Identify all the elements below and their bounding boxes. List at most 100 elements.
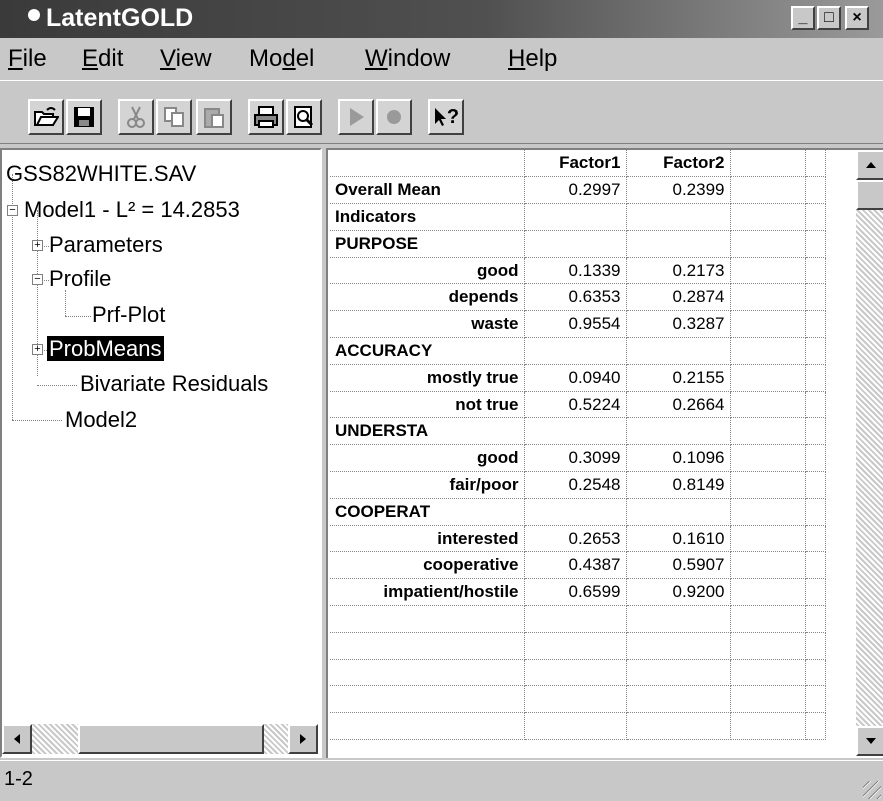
factor2-cell[interactable] xyxy=(626,632,731,660)
factor1-cell[interactable]: 0.6353 xyxy=(524,283,627,312)
factor2-cell[interactable]: 0.2874 xyxy=(626,283,731,312)
table-row[interactable]: Overall Mean 0.2997 0.2399 xyxy=(330,176,826,205)
row-label[interactable]: interested xyxy=(330,525,525,553)
factor1-cell[interactable]: 0.3099 xyxy=(524,444,627,473)
empty-cell[interactable] xyxy=(730,551,806,580)
collapse-model1[interactable]: − xyxy=(7,205,18,216)
context-help-button[interactable]: ? xyxy=(428,99,464,135)
row-label[interactable]: depends xyxy=(330,283,525,312)
empty-cell[interactable] xyxy=(730,605,806,633)
row-label[interactable] xyxy=(330,712,525,741)
empty-cell[interactable] xyxy=(730,498,806,526)
empty-cell[interactable] xyxy=(730,230,806,258)
empty-cell[interactable] xyxy=(730,712,806,741)
empty-cell[interactable] xyxy=(730,364,806,392)
empty-cell[interactable] xyxy=(730,176,806,205)
empty-cell[interactable] xyxy=(730,525,806,553)
factor2-cell[interactable] xyxy=(626,498,731,526)
factor2-cell[interactable] xyxy=(626,605,731,633)
table-row[interactable]: not true 0.5224 0.2664 xyxy=(330,391,826,419)
tree-item-parameters[interactable]: Parameters xyxy=(49,231,163,259)
scroll-up-button[interactable] xyxy=(856,150,883,180)
table-row[interactable] xyxy=(330,659,826,687)
empty-cell[interactable] xyxy=(805,551,826,580)
factor1-cell[interactable]: 0.9554 xyxy=(524,310,627,339)
table-row[interactable]: UNDERSTA xyxy=(330,417,826,446)
row-label[interactable]: UNDERSTA xyxy=(330,417,525,446)
factor1-cell[interactable] xyxy=(524,417,627,446)
empty-cell[interactable] xyxy=(805,685,826,714)
empty-cell[interactable] xyxy=(805,471,826,499)
table-row[interactable]: interested 0.2653 0.1610 xyxy=(330,525,826,553)
empty-cell[interactable] xyxy=(805,712,826,741)
column-header[interactable]: Factor2 xyxy=(626,150,731,178)
row-label[interactable]: fair/poor xyxy=(330,471,525,499)
factor2-cell[interactable] xyxy=(626,685,731,714)
empty-cell[interactable] xyxy=(805,525,826,553)
row-label[interactable] xyxy=(330,685,525,714)
factor2-cell[interactable] xyxy=(626,230,731,258)
table-row[interactable] xyxy=(330,712,826,741)
row-label[interactable]: COOPERAT xyxy=(330,498,525,526)
row-label[interactable]: Indicators xyxy=(330,203,525,231)
factor1-cell[interactable] xyxy=(524,203,627,231)
factor1-cell[interactable]: 0.2653 xyxy=(524,525,627,553)
menu-view[interactable]: View xyxy=(160,44,212,74)
tree-horizontal-scrollbar[interactable] xyxy=(2,724,318,754)
factor1-cell[interactable] xyxy=(524,659,627,687)
empty-cell[interactable] xyxy=(805,605,826,633)
row-label[interactable]: waste xyxy=(330,310,525,339)
empty-cell[interactable] xyxy=(805,176,826,205)
empty-cell[interactable] xyxy=(805,310,826,339)
factor1-cell[interactable] xyxy=(524,337,627,365)
factor1-cell[interactable] xyxy=(524,685,627,714)
factor2-cell[interactable]: 0.1610 xyxy=(626,525,731,553)
scroll-down-button[interactable] xyxy=(856,726,883,756)
factor1-cell[interactable]: 0.2548 xyxy=(524,471,627,499)
menu-help[interactable]: Help xyxy=(508,44,557,74)
tree-item-bivariate-residuals[interactable]: Bivariate Residuals xyxy=(80,370,268,398)
print-button[interactable] xyxy=(248,99,284,135)
close-button[interactable]: × xyxy=(845,6,869,30)
copy-button[interactable] xyxy=(156,99,192,135)
grid-scroll-thumb[interactable] xyxy=(856,180,883,210)
factor1-cell[interactable]: 0.5224 xyxy=(524,391,627,419)
table-row[interactable]: cooperative 0.4387 0.5907 xyxy=(330,551,826,580)
table-row[interactable]: ACCURACY xyxy=(330,337,826,365)
empty-cell[interactable] xyxy=(805,364,826,392)
open-button[interactable] xyxy=(28,99,64,135)
expand-parameters[interactable]: + xyxy=(32,240,43,251)
minimize-button[interactable]: _ xyxy=(791,6,815,30)
run-button[interactable] xyxy=(338,99,374,135)
tree-item-profile[interactable]: Profile xyxy=(49,265,111,293)
menu-edit[interactable]: Edit xyxy=(82,44,123,74)
empty-cell[interactable] xyxy=(730,203,806,231)
title-bar[interactable]: LatentGOLD _ □ × xyxy=(0,0,883,38)
empty-cell[interactable] xyxy=(805,659,826,687)
column-header[interactable]: Factor1 xyxy=(524,150,627,178)
factor1-cell[interactable] xyxy=(524,605,627,633)
empty-cell[interactable] xyxy=(730,578,806,607)
empty-cell[interactable] xyxy=(805,632,826,660)
factor1-cell[interactable]: 0.4387 xyxy=(524,551,627,580)
factor2-cell[interactable] xyxy=(626,203,731,231)
factor1-cell[interactable]: 0.1339 xyxy=(524,257,627,285)
factor2-cell[interactable] xyxy=(626,337,731,365)
resize-grip-icon[interactable] xyxy=(863,781,881,799)
project-tree[interactable]: GSS82WHITE.SAV − Model1 - L² = 14.2853 +… xyxy=(0,148,322,758)
table-row[interactable]: waste 0.9554 0.3287 xyxy=(330,310,826,339)
empty-cell[interactable] xyxy=(730,337,806,365)
factor1-cell[interactable] xyxy=(524,712,627,741)
empty-cell[interactable] xyxy=(730,283,806,312)
empty-cell[interactable] xyxy=(730,444,806,473)
app-icon[interactable] xyxy=(28,9,40,21)
row-label[interactable]: good xyxy=(330,444,525,473)
tree-item-model1[interactable]: Model1 - L² = 14.2853 xyxy=(24,196,240,224)
header-corner-cell[interactable] xyxy=(330,150,525,178)
factor2-cell[interactable]: 0.8149 xyxy=(626,471,731,499)
tree-item-prf-plot[interactable]: Prf-Plot xyxy=(92,301,165,329)
factor1-cell[interactable] xyxy=(524,230,627,258)
factor2-cell[interactable]: 0.3287 xyxy=(626,310,731,339)
row-label[interactable]: impatient/hostile xyxy=(330,578,525,607)
factor1-cell[interactable] xyxy=(524,632,627,660)
